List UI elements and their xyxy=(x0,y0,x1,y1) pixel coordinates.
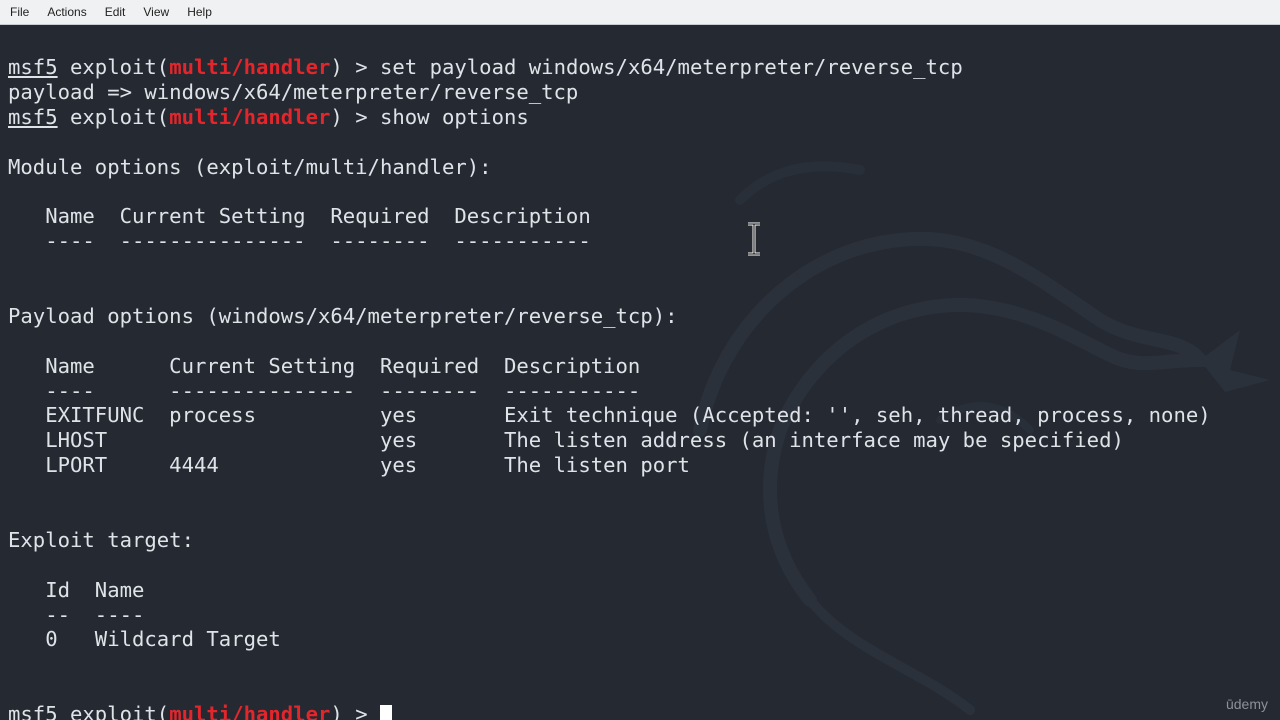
terminal-line: LHOST yes The listen address (an interfa… xyxy=(8,428,1272,453)
menu-file[interactable]: File xyxy=(0,0,37,24)
terminal-line: Module options (exploit/multi/handler): xyxy=(8,155,1272,180)
module-name: multi/handler xyxy=(169,104,331,129)
terminal-text: Name Current Setting Required Descriptio… xyxy=(8,353,641,378)
module-name: multi/handler xyxy=(169,55,331,79)
terminal-line: Name Current Setting Required Descriptio… xyxy=(8,354,1272,379)
terminal-text: -- ---- xyxy=(8,602,145,627)
terminal-text: LHOST yes The listen address (an interfa… xyxy=(8,428,1124,453)
terminal-line: LPORT 4444 yes The listen port xyxy=(8,453,1272,478)
terminal-text: Id Name xyxy=(8,577,145,602)
terminal-text: payload => windows/x64/meterpreter/rever… xyxy=(8,79,579,104)
terminal-text: EXITFUNC process yes Exit technique (Acc… xyxy=(8,403,1211,428)
terminal-line: Id Name xyxy=(8,578,1272,603)
terminal-output[interactable]: msf5 exploit(multi/handler) > set payloa… xyxy=(8,55,1272,720)
prompt-label: msf5 xyxy=(8,702,58,720)
terminal-text: ) > show options xyxy=(330,104,529,129)
terminal-text: ---- --------------- -------- ----------… xyxy=(8,229,591,254)
menu-edit[interactable]: Edit xyxy=(95,0,134,24)
terminal-text: exploit( xyxy=(57,702,170,720)
menu-bar: File Actions Edit View Help xyxy=(0,0,1280,25)
terminal-text: Name Current Setting Required Descriptio… xyxy=(8,204,591,229)
udemy-watermark: ūdemy xyxy=(1225,696,1268,712)
terminal-line: payload => windows/x64/meterpreter/rever… xyxy=(8,80,1272,105)
module-name: multi/handler xyxy=(169,702,331,720)
terminal-line: msf5 exploit(multi/handler) > xyxy=(8,702,1272,720)
terminal-text: exploit( xyxy=(57,55,170,79)
terminal-text: ) > xyxy=(330,702,380,720)
terminal-line: 0 Wildcard Target xyxy=(8,627,1272,652)
terminal-line: Payload options (windows/x64/meterpreter… xyxy=(8,304,1272,329)
terminal-line: ---- --------------- -------- ----------… xyxy=(8,379,1272,404)
terminal-text: Module options (exploit/multi/handler): xyxy=(8,154,492,179)
terminal-text: LPORT 4444 yes The listen port xyxy=(8,453,690,478)
menu-actions[interactable]: Actions xyxy=(37,0,94,24)
terminal-line: ---- --------------- -------- ----------… xyxy=(8,229,1272,254)
menu-help[interactable]: Help xyxy=(177,0,220,24)
terminal-line: msf5 exploit(multi/handler) > show optio… xyxy=(8,105,1272,130)
terminal-text: 0 Wildcard Target xyxy=(8,627,281,652)
terminal-line: msf5 exploit(multi/handler) > set payloa… xyxy=(8,55,1272,80)
prompt-label: msf5 xyxy=(8,55,58,79)
terminal-text: ) > set payload windows/x64/meterpreter/… xyxy=(330,55,963,79)
prompt-label: msf5 xyxy=(8,104,58,129)
ibeam-cursor-icon xyxy=(748,222,760,256)
terminal-text: ---- --------------- -------- ----------… xyxy=(8,378,641,403)
text-cursor xyxy=(380,705,392,720)
terminal-line: EXITFUNC process yes Exit technique (Acc… xyxy=(8,403,1272,428)
terminal-text: Payload options (windows/x64/meterpreter… xyxy=(8,303,678,328)
terminal-line: Exploit target: xyxy=(8,528,1272,553)
terminal-line: Name Current Setting Required Descriptio… xyxy=(8,204,1272,229)
terminal-line: -- ---- xyxy=(8,603,1272,628)
terminal-text: Exploit target: xyxy=(8,527,194,552)
menu-view[interactable]: View xyxy=(133,0,177,24)
terminal-text: exploit( xyxy=(57,104,170,129)
